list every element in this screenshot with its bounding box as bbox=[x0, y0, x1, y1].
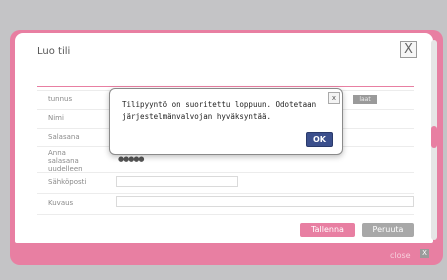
label-username: tunnus bbox=[48, 95, 73, 103]
hidden-action-button[interactable]: laat bbox=[353, 95, 377, 104]
title-separator bbox=[37, 86, 414, 87]
row-divider bbox=[37, 193, 414, 194]
row-divider bbox=[37, 172, 414, 173]
window-title: Luo tili bbox=[37, 46, 71, 57]
label-email: Sähköposti bbox=[48, 178, 87, 186]
password-again-field[interactable]: ●●●●● bbox=[116, 154, 238, 165]
dialog-message: Tilipyyntö on suoritettu loppuun. Odotet… bbox=[122, 100, 317, 121]
scrollbar-thumb[interactable] bbox=[431, 126, 437, 148]
footer-close-label[interactable]: close bbox=[390, 251, 411, 260]
description-field[interactable] bbox=[116, 196, 414, 207]
label-description: Kuvaus bbox=[48, 199, 74, 207]
close-icon[interactable]: X bbox=[400, 41, 417, 58]
label-name: Nimi bbox=[48, 114, 64, 122]
row-divider bbox=[37, 214, 414, 215]
cancel-button[interactable]: Peruuta bbox=[362, 223, 414, 237]
scrollbar[interactable] bbox=[431, 40, 437, 240]
ok-button[interactable]: OK bbox=[306, 132, 333, 147]
footer-close-icon[interactable]: X bbox=[420, 249, 429, 258]
alert-dialog: x Tilipyyntö on suoritettu loppuun. Odot… bbox=[109, 88, 343, 155]
save-button[interactable]: Tallenna bbox=[300, 223, 355, 237]
dialog-close-icon[interactable]: x bbox=[328, 92, 340, 104]
label-password: Salasana bbox=[48, 133, 80, 141]
email-field[interactable] bbox=[116, 176, 238, 187]
label-password-again: Anna salasana uudelleen bbox=[48, 149, 83, 173]
